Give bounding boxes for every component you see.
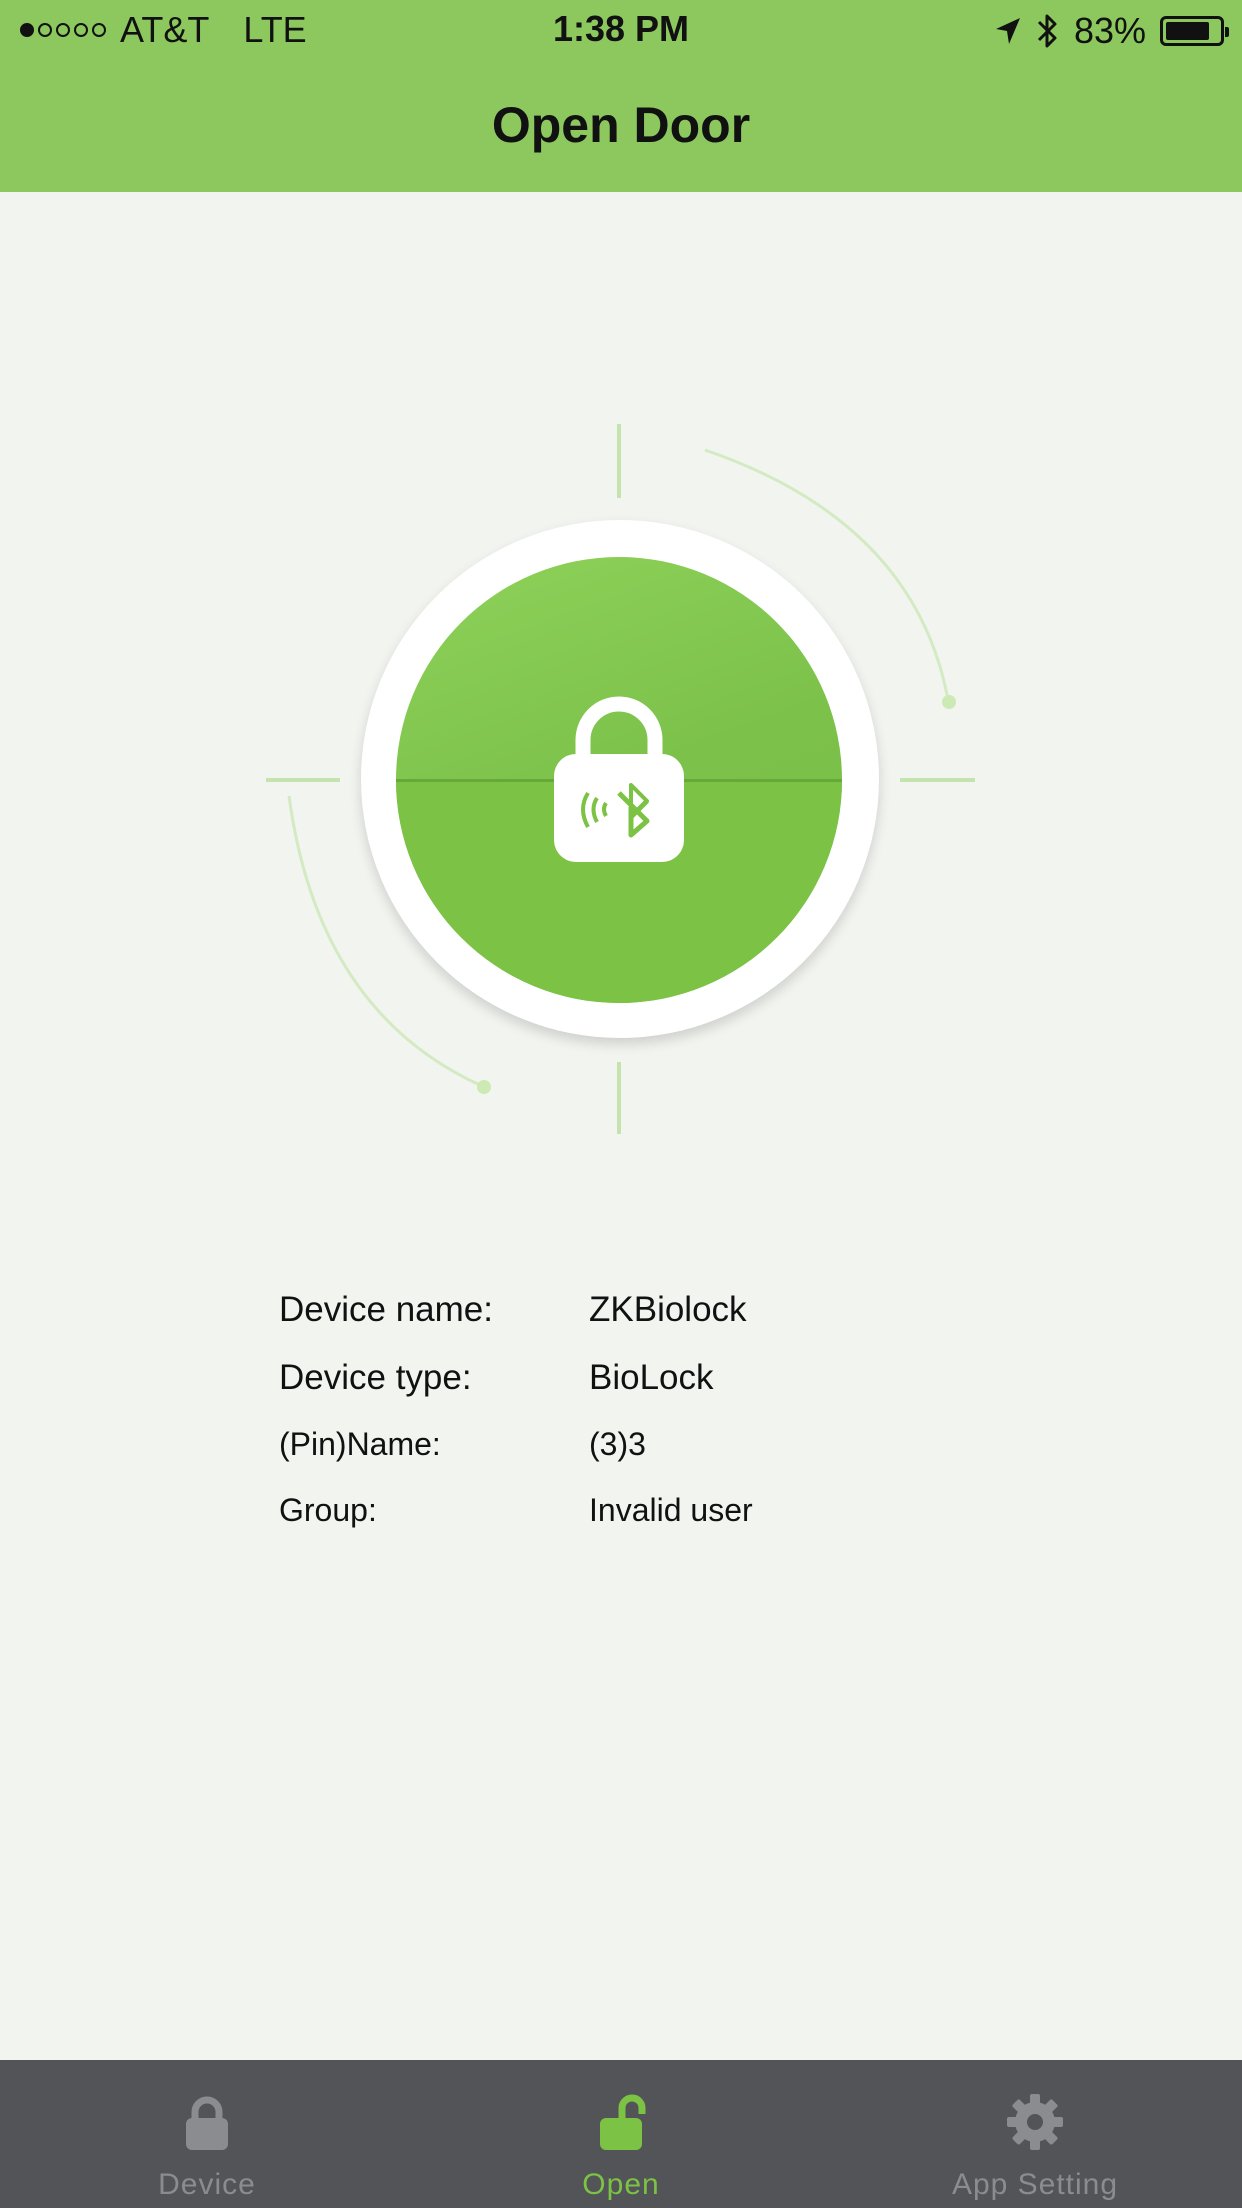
group-value: Invalid user [589, 1491, 753, 1528]
tab-bar: Device Open App Setting [0, 2060, 1242, 2208]
pin-name-value: (3)3 [589, 1425, 646, 1462]
status-bar: AT&T LTE 1:38 PM 83% [0, 0, 1242, 62]
battery-fill [1166, 22, 1209, 40]
tab-device[interactable]: Device [0, 2060, 414, 2208]
device-name-value: ZKBiolock [589, 1290, 747, 1329]
tab-app-setting[interactable]: App Setting [828, 2060, 1242, 2208]
battery-icon [1160, 16, 1229, 46]
tab-device-label: Device [158, 2168, 256, 2201]
bluetooth-lock-icon [554, 696, 684, 862]
status-right: 83% [994, 10, 1229, 52]
battery-percent: 83% [1073, 10, 1146, 51]
group-row: Group: Invalid user [279, 1485, 979, 1535]
tab-open[interactable]: Open [414, 2060, 828, 2208]
device-type-label: Device type: [279, 1358, 472, 1397]
device-type-value: BioLock [589, 1358, 714, 1397]
pin-name-label: (Pin)Name: [279, 1425, 441, 1462]
tab-open-label: Open [582, 2168, 660, 2201]
bluetooth-icon [1037, 14, 1057, 48]
lock-icon [186, 2096, 228, 2150]
unlock-icon [600, 2094, 646, 2150]
header: AT&T LTE 1:38 PM 83% Open Door [0, 0, 1242, 192]
pin-name-row: (Pin)Name: (3)3 [279, 1419, 979, 1469]
device-info: Device name: ZKBiolock Device type: BioL… [279, 1285, 979, 1535]
page-title: Open Door [491, 97, 751, 153]
location-arrow-icon [995, 18, 1020, 44]
group-label: Group: [279, 1491, 377, 1528]
device-type-row: Device type: BioLock [279, 1353, 979, 1403]
tab-app-setting-label: App Setting [951, 2168, 1119, 2201]
gear-icon [1007, 2094, 1063, 2150]
device-name-row: Device name: ZKBiolock [279, 1285, 979, 1335]
open-door-area [0, 192, 1242, 1192]
device-name-label: Device name: [279, 1290, 493, 1329]
